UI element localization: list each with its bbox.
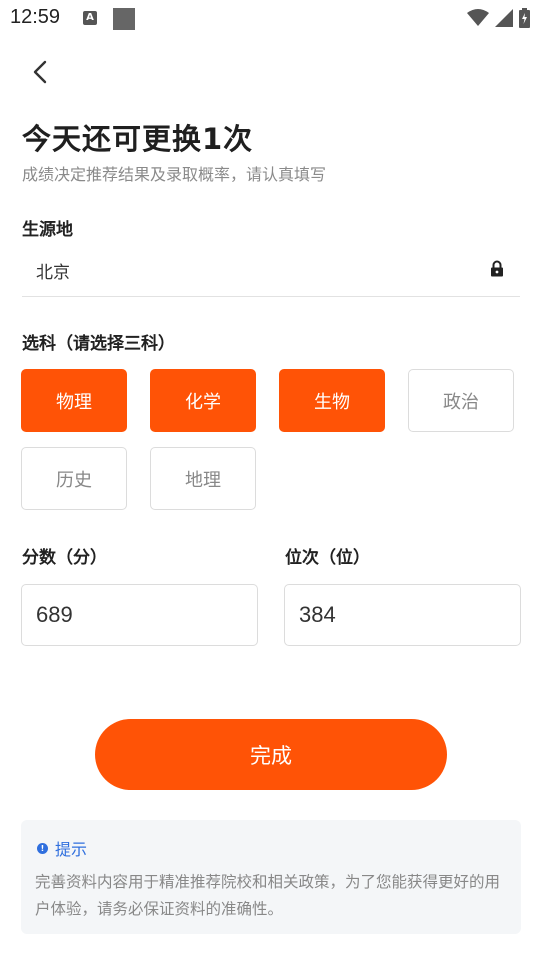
subject-chip-geography[interactable]: 地理 [150, 447, 256, 510]
tip-title: 提示 [55, 840, 88, 859]
status-icons [467, 7, 530, 29]
rank-input[interactable]: 384 [284, 584, 521, 646]
done-button[interactable]: 完成 [95, 719, 447, 790]
subject-chip-biology[interactable]: 生物 [279, 369, 385, 432]
subject-chip-politics[interactable]: 政治 [408, 369, 514, 432]
origin-label: 生源地 [22, 220, 73, 240]
page-subtitle: 成绩决定推荐结果及录取概率，请认真填写 [22, 165, 327, 184]
chevron-left-icon [33, 60, 47, 84]
rank-label: 位次（位） [285, 548, 370, 568]
notification-icon: A [83, 11, 97, 25]
tip-text: 完善资料内容用于精准推荐院校和相关政策，为了您能获得更好的用户体验，请务必保证资… [35, 873, 501, 918]
info-icon: ! [37, 842, 48, 854]
tip-header: ! 提示 [37, 836, 87, 860]
origin-field: 北京 [22, 248, 520, 297]
subjects-label: 选科（请选择三科） [22, 334, 175, 354]
lock-icon [491, 260, 503, 277]
score-label: 分数（分） [22, 548, 107, 568]
score-input[interactable]: 689 [21, 584, 258, 646]
subject-chip-physics[interactable]: 物理 [21, 369, 127, 432]
wifi-icon [467, 9, 489, 26]
subject-chip-history[interactable]: 历史 [21, 447, 127, 510]
back-button[interactable] [26, 56, 56, 88]
subject-chip-chemistry[interactable]: 化学 [150, 369, 256, 432]
page-title: 今天还可更换1次 [22, 122, 254, 156]
status-bar: 12:59 A [0, 0, 540, 38]
battery-icon [519, 8, 530, 28]
status-time: 12:59 [10, 6, 61, 28]
notification-square-icon [113, 8, 135, 30]
tip-box: ! 提示 完善资料内容用于精准推荐院校和相关政策，为了您能获得更好的用户体验，请… [21, 820, 521, 934]
signal-icon [495, 9, 513, 27]
origin-value: 北京 [36, 263, 70, 283]
